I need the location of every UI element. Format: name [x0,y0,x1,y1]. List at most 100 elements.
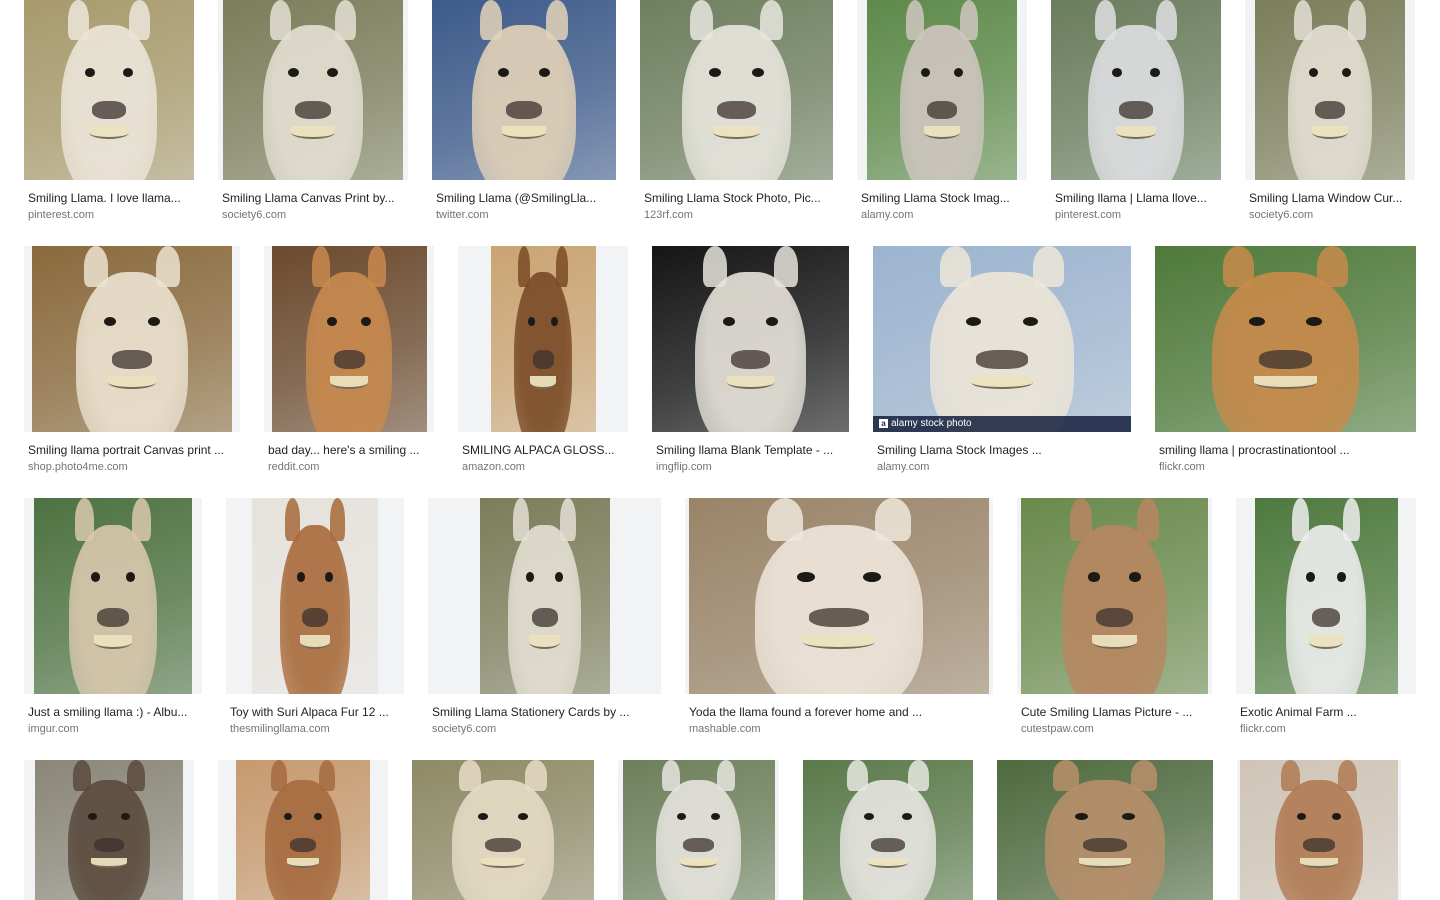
thumbnail[interactable] [857,0,1027,180]
thumbnail[interactable] [1051,0,1221,180]
image-result-card[interactable] [412,760,594,900]
image-result-card[interactable]: Smiling llama portrait Canvas print ... s… [24,246,240,475]
thumbnail[interactable] [1155,246,1416,432]
image-result-card[interactable]: Smiling llama Blank Template - ... imgfli… [652,246,849,475]
image-result-card[interactable]: bad day... here's a smiling ... reddit.co… [264,246,434,475]
result-source-domain[interactable]: flickr.com [1159,460,1412,475]
thumbnail[interactable] [1237,760,1401,900]
result-source-domain[interactable]: shop.photo4me.com [28,460,236,475]
image-result-card[interactable]: Smiling llama | Llama llove... pinterest.… [1051,0,1221,223]
result-title[interactable]: Smiling llama Blank Template - ... [656,442,845,458]
result-title[interactable]: Yoda the llama found a forever home and … [689,704,989,720]
thumbnail[interactable] [652,246,849,432]
result-source-domain[interactable]: flickr.com [1240,722,1412,737]
llama-nose [505,100,543,119]
result-source-domain[interactable]: society6.com [432,722,657,737]
result-source-domain[interactable]: alamy.com [861,208,1023,223]
thumbnail[interactable] [1017,498,1212,694]
thumbnail[interactable] [428,498,661,694]
result-title[interactable]: Smiling Llama Stock Images ... [877,442,1127,458]
result-title[interactable]: Smiling llama | Llama llove... [1055,190,1217,206]
thumbnail[interactable] [618,760,779,900]
image-result-card[interactable]: Cute Smiling Llamas Picture - ... cutestp… [1017,498,1212,737]
image-result-card[interactable]: smiling llama | procrastinationtool ... f… [1155,246,1416,475]
thumbnail[interactable] [1245,0,1415,180]
result-title[interactable]: Exotic Animal Farm ... [1240,704,1412,720]
thumbnail[interactable] [1236,498,1416,694]
result-source-domain[interactable]: reddit.com [268,460,430,475]
image-result-card[interactable]: Smiling Llama (@SmilingLla... twitter.com [432,0,616,223]
result-source-domain[interactable]: society6.com [1249,208,1411,223]
image-result-card[interactable]: Smiling Llama Stock Imag... alamy.com [857,0,1027,223]
result-title[interactable]: Smiling Llama Window Cur... [1249,190,1411,206]
image-result-card[interactable] [997,760,1213,900]
result-source-domain[interactable]: amazon.com [462,460,624,475]
thumbnail[interactable] [432,0,616,180]
thumbnail[interactable] [218,0,408,180]
result-title[interactable]: Smiling Llama. I love llama... [28,190,190,206]
image-result-card[interactable] [1237,760,1401,900]
thumbnail[interactable] [997,760,1213,900]
image-result-card[interactable]: SMILING ALPACA GLOSS... amazon.com [458,246,628,475]
thumbnail[interactable] [412,760,594,900]
result-title[interactable]: Just a smiling llama :) - Albu... [28,704,198,720]
thumbnail[interactable] [24,246,240,432]
thumbnail[interactable] [264,246,434,432]
result-source-domain[interactable]: twitter.com [436,208,612,223]
llama-photo [652,246,849,432]
result-title[interactable]: Smiling Llama Stock Photo, Pic... [644,190,829,206]
result-title[interactable]: Smiling llama portrait Canvas print ... [28,442,236,458]
result-source-domain[interactable]: alamy.com [877,460,1127,475]
thumbnail[interactable] [24,760,194,900]
result-title[interactable]: smiling llama | procrastinationtool ... [1159,442,1412,458]
image-result-card[interactable] [803,760,973,900]
result-source-domain[interactable]: mashable.com [689,722,989,737]
image-result-card[interactable]: Smiling Llama Stock Photo, Pic... 123rf.c… [640,0,833,223]
image-result-card[interactable]: Smiling Llama Window Cur... society6.com [1245,0,1415,223]
image-result-card[interactable]: a alamy stock photo Smiling Llama Stock Im… [873,246,1131,475]
thumbnail[interactable] [24,498,202,694]
llama-nose [289,838,317,853]
result-title[interactable]: bad day... here's a smiling ... [268,442,430,458]
result-source-domain[interactable]: pinterest.com [1055,208,1217,223]
image-result-card[interactable]: Just a smiling llama :) - Albu... imgur.c… [24,498,202,737]
image-result-card[interactable] [218,760,388,900]
llama-photo [1155,246,1416,432]
image-result-card[interactable]: Smiling Llama Canvas Print by... society6… [218,0,408,223]
result-title[interactable]: Smiling Llama (@SmilingLla... [436,190,612,206]
llama-eye [1074,813,1088,821]
image-result-card[interactable]: Smiling Llama Stationery Cards by ... soc… [428,498,661,737]
result-source-domain[interactable]: imgur.com [28,722,198,737]
image-result-card[interactable] [618,760,779,900]
thumbnail[interactable] [458,246,628,432]
result-source-domain[interactable]: imgflip.com [656,460,845,475]
thumbnail[interactable] [640,0,833,180]
image-result-card[interactable]: Toy with Suri Alpaca Fur 12 ... thesmilin… [226,498,404,737]
thumbnail[interactable] [803,760,973,900]
result-source-domain[interactable]: cutestpaw.com [1021,722,1208,737]
thumbnail[interactable] [226,498,404,694]
result-title[interactable]: Smiling Llama Stock Imag... [861,190,1023,206]
llama-nose [302,607,328,628]
result-title[interactable]: Smiling Llama Stationery Cards by ... [432,704,657,720]
image-result-card[interactable]: Exotic Animal Farm ... flickr.com [1236,498,1416,737]
result-title[interactable]: Toy with Suri Alpaca Fur 12 ... [230,704,400,720]
llama-photo [1051,0,1221,180]
result-source-domain[interactable]: society6.com [222,208,404,223]
image-result-card[interactable] [24,760,194,900]
result-title[interactable]: Cute Smiling Llamas Picture - ... [1021,704,1208,720]
image-result-card[interactable]: Yoda the llama found a forever home and … [685,498,993,737]
result-title[interactable]: Smiling Llama Canvas Print by... [222,190,404,206]
llama-nose [717,100,756,119]
thumbnail[interactable] [218,760,388,900]
result-title[interactable]: SMILING ALPACA GLOSS... [462,442,624,458]
result-source-domain[interactable]: pinterest.com [28,208,190,223]
thumbnail[interactable] [685,498,993,694]
llama-eye [1129,572,1141,583]
llama-nose [871,838,905,853]
thumbnail[interactable]: a alamy stock photo [873,246,1131,432]
thumbnail[interactable] [24,0,194,180]
image-result-card[interactable]: Smiling Llama. I love llama... pinterest.… [24,0,194,223]
result-source-domain[interactable]: 123rf.com [644,208,829,223]
result-source-domain[interactable]: thesmilingllama.com [230,722,400,737]
